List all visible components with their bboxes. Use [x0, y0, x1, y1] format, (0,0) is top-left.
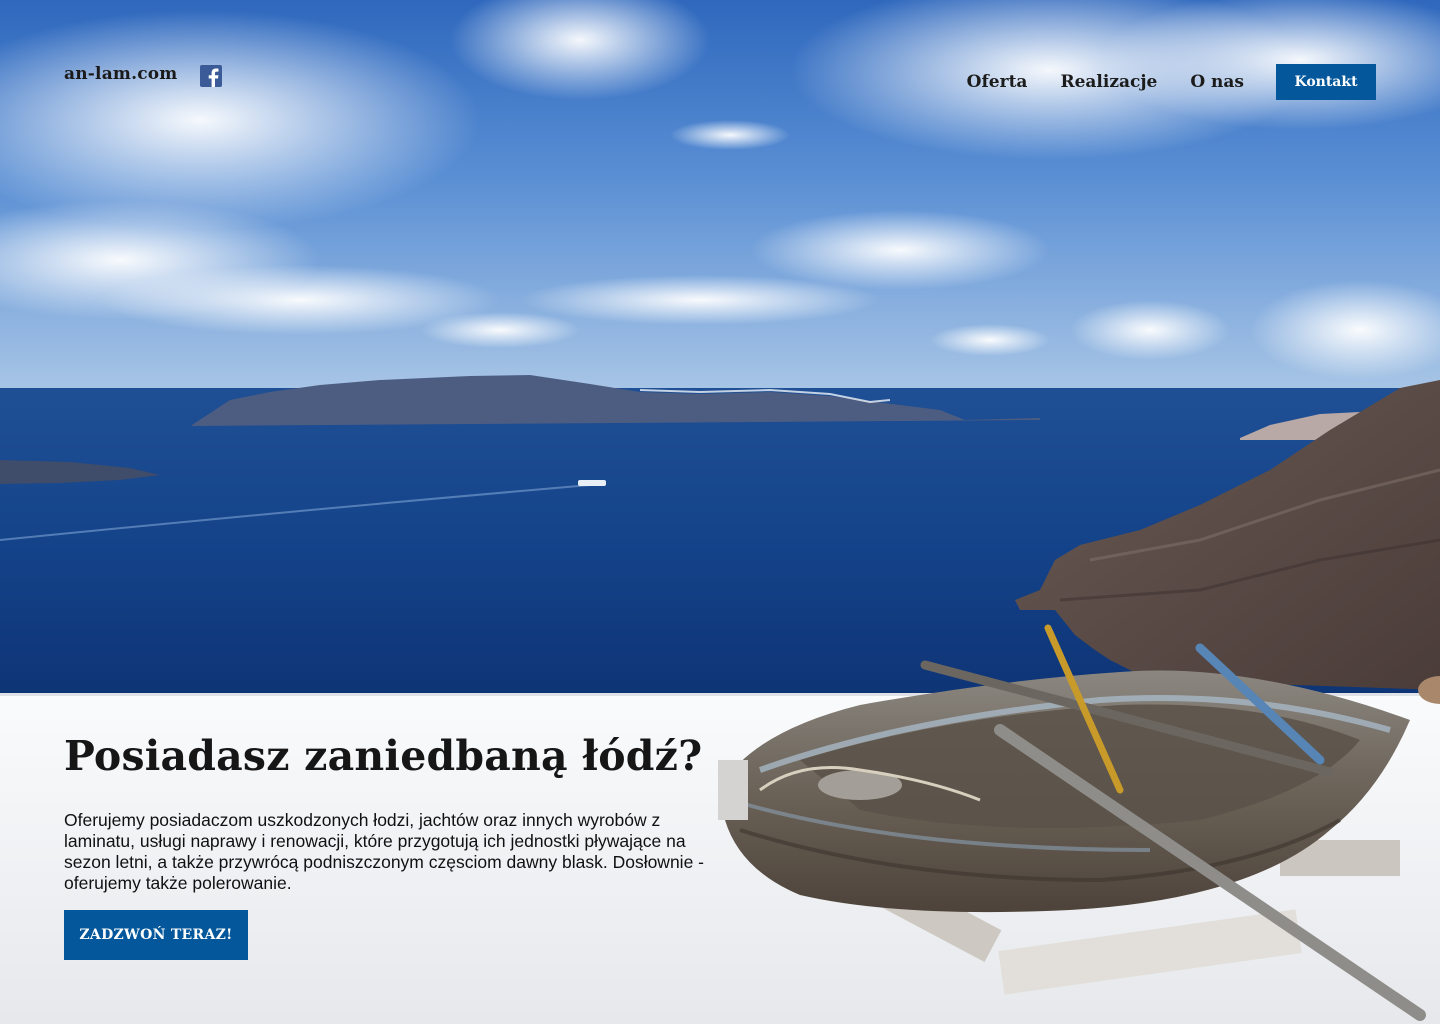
nav-link-oferta[interactable]: Oferta [967, 72, 1028, 92]
hero-title: Posiadasz zaniedbaną łódź? [64, 732, 703, 780]
hero-description: Oferujemy posiadaczom uszkodzonych łodzi… [64, 810, 704, 893]
call-now-button[interactable]: ZADZWOŃ TERAZ! [64, 910, 248, 960]
main-navigation: Oferta Realizacje O nas Kontakt [967, 64, 1376, 100]
nav-link-o-nas[interactable]: O nas [1190, 72, 1244, 92]
contact-button[interactable]: Kontakt [1276, 64, 1376, 100]
nav-link-realizacje[interactable]: Realizacje [1060, 72, 1157, 92]
site-logo[interactable]: an-lam.com [64, 64, 178, 84]
facebook-icon[interactable] [200, 65, 222, 87]
